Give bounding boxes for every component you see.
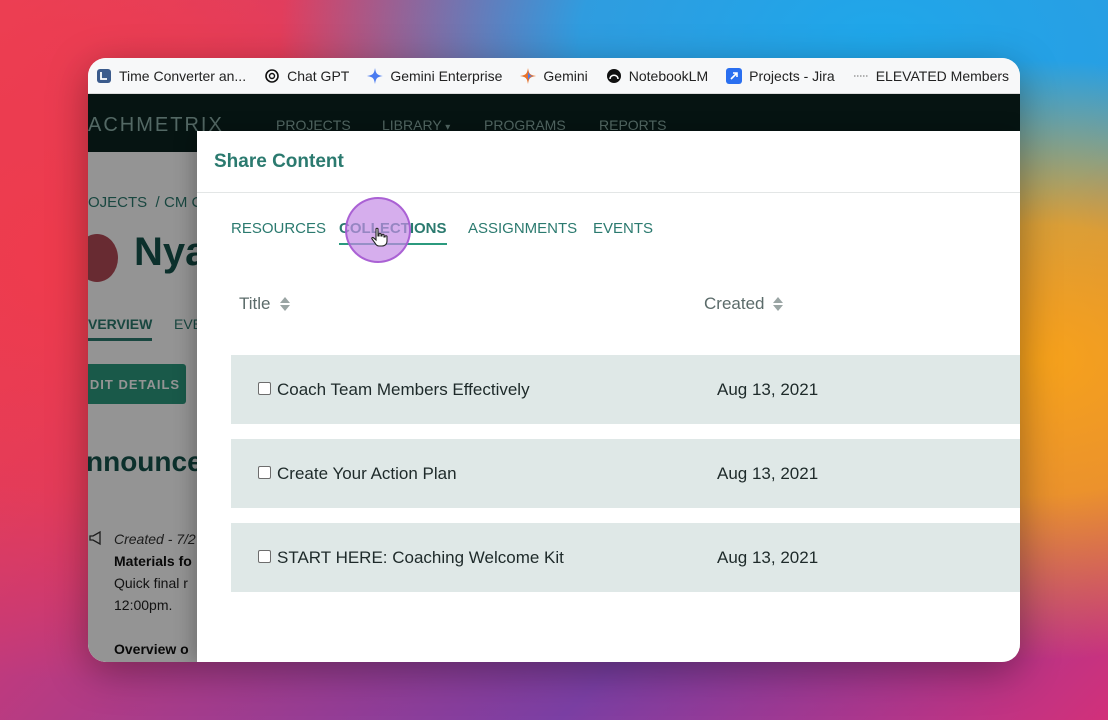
row-created-date: Aug 13, 2021 <box>717 464 819 483</box>
row-checkbox[interactable] <box>258 550 271 563</box>
row-title: START HERE: Coaching Welcome Kit <box>277 548 564 567</box>
row-title: Coach Team Members Effectively <box>277 380 530 399</box>
tab-resources[interactable]: RESOURCES <box>231 220 326 237</box>
chatgpt-icon <box>264 68 280 84</box>
bookmarks-bar: Time Converter an... Chat GPT Gemini Ent… <box>88 58 1020 94</box>
bookmark-time-converter[interactable]: Time Converter an... <box>96 68 246 84</box>
bookmark-chatgpt[interactable]: Chat GPT <box>264 68 349 84</box>
row-title: Create Your Action Plan <box>277 464 457 483</box>
column-header-created[interactable]: Created <box>704 294 784 314</box>
bookmark-jira[interactable]: Projects - Jira <box>726 67 835 84</box>
table-row[interactable]: START HERE: Coaching Welcome Kit Aug 13,… <box>231 523 1020 592</box>
bookmark-notebooklm[interactable]: NotebookLM <box>606 68 708 84</box>
notebooklm-icon <box>606 68 622 84</box>
gemini-sparkle-icon <box>520 67 537 84</box>
clock-app-icon <box>96 68 112 84</box>
table-row[interactable]: Create Your Action Plan Aug 13, 2021 <box>231 439 1020 508</box>
browser-window: Time Converter an... Chat GPT Gemini Ent… <box>88 58 1020 662</box>
row-checkbox[interactable] <box>258 466 271 479</box>
row-created-date: Aug 13, 2021 <box>717 548 819 567</box>
row-checkbox[interactable] <box>258 382 271 395</box>
row-created-date: Aug 13, 2021 <box>717 380 819 399</box>
bookmark-elevated-members[interactable]: ELEVATED Members <box>853 68 1009 84</box>
sort-icon <box>279 297 290 311</box>
bookmark-gemini-enterprise[interactable]: Gemini Enterprise <box>367 67 502 84</box>
web-page: ACHMETRIX PROJECTS LIBRARY ▾ PROGRAMS RE… <box>88 94 1020 662</box>
tab-assignments[interactable]: ASSIGNMENTS <box>468 220 577 237</box>
dotted-line-icon <box>853 68 869 84</box>
gemini-sparkle-icon <box>367 67 384 84</box>
modal-title: Share Content <box>214 151 344 172</box>
jira-icon <box>726 67 743 84</box>
modal-header: Share Content <box>197 131 1020 193</box>
hand-pointer-icon <box>370 227 388 247</box>
table-row[interactable]: Coach Team Members Effectively Aug 13, 2… <box>231 355 1020 424</box>
tab-events[interactable]: EVENTS <box>593 220 653 237</box>
sort-icon <box>773 297 784 311</box>
bookmark-gemini[interactable]: Gemini <box>520 67 588 84</box>
column-header-title[interactable]: Title <box>239 294 290 314</box>
share-content-modal: Share Content RESOURCES COLLECTIONS ASSI… <box>197 131 1020 662</box>
